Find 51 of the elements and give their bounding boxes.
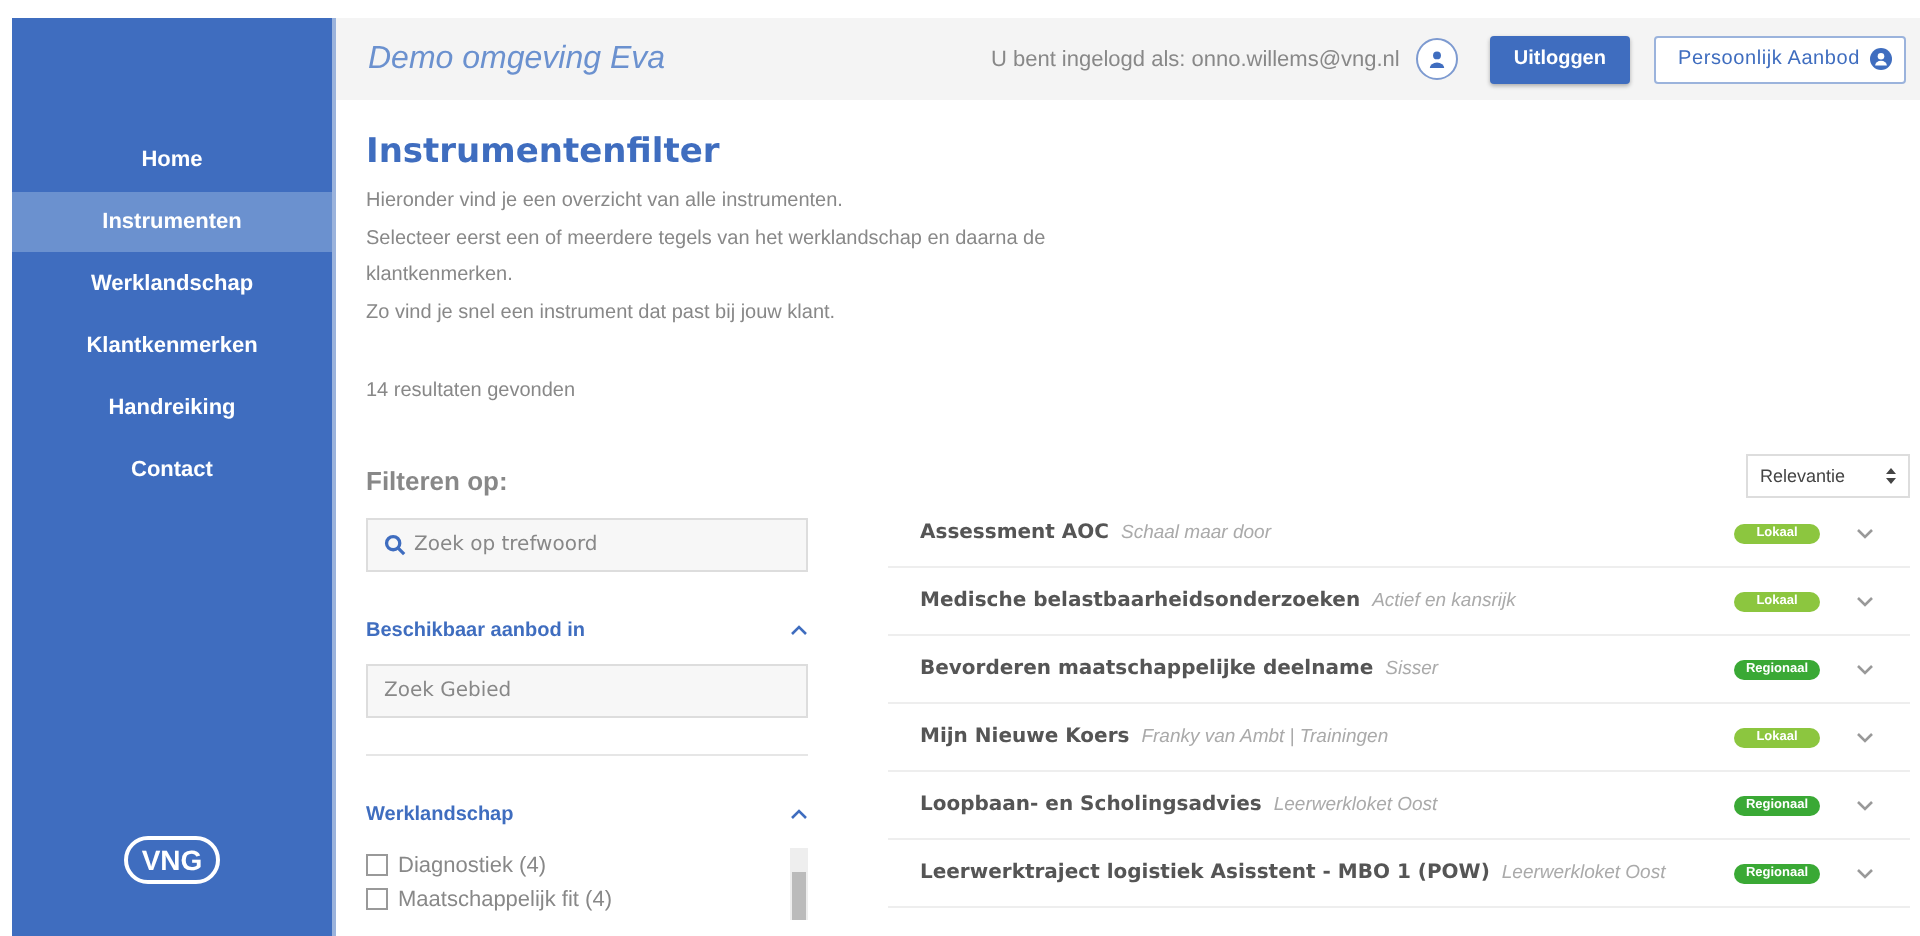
- user-icon: [1427, 50, 1446, 68]
- result-provider: Leerwerkloket Oost: [1501, 862, 1666, 884]
- filter-section-title: Werklandschap: [366, 803, 514, 825]
- result-title: Medische belastbaarheidsonderzoeken: [920, 590, 1361, 612]
- user-button[interactable]: [1415, 38, 1458, 80]
- nav-item[interactable]: Home: [12, 130, 332, 190]
- nav-item[interactable]: Klantkenmerken: [12, 316, 332, 376]
- result-provider: Schaal maar door: [1121, 522, 1271, 544]
- checkbox-label: Diagnostiek (4): [398, 853, 546, 877]
- checkbox-label: Maatschappelijk fit (4): [398, 887, 612, 911]
- intro-text: Zo vind je snel een instrument dat past bij jouw klant.: [366, 299, 838, 327]
- chevron-icon[interactable]: [790, 808, 808, 820]
- result-title: Mijn Nieuwe Koers: [920, 726, 1130, 748]
- result-title: Leerwerktraject logistiek Asisstent - MBO 1 (POW): [920, 862, 1490, 884]
- sort-select[interactable]: Relevantie: [1746, 454, 1910, 498]
- expand-icon[interactable]: [1856, 527, 1874, 539]
- result-title: Assessment AOC: [920, 522, 1109, 544]
- nav-item[interactable]: Werklandschap: [12, 254, 332, 314]
- sort-arrows-icon: [1886, 468, 1896, 484]
- login-text: U bent ingelogd als: onno.willems@vng.nl: [990, 47, 1400, 71]
- nav-item[interactable]: Instrumenten: [12, 192, 332, 252]
- site-title: Demo omgeving Eva: [368, 41, 666, 77]
- user-icon: [1870, 48, 1892, 70]
- nav-item[interactable]: Handreiking: [12, 378, 332, 438]
- area-search-field[interactable]: Zoek Gebied: [366, 664, 808, 718]
- intro-text: Selecteer eerst een of meerdere tegels van het werklandschap en daarna de klantkenmerken.: [366, 225, 1048, 290]
- result-title: Bevorderen maatschappelijke deelname: [920, 658, 1374, 680]
- nav-item[interactable]: Contact: [12, 440, 332, 500]
- expand-icon[interactable]: [1856, 663, 1874, 675]
- result-provider: Sisser: [1385, 658, 1439, 680]
- result-provider: Franky van Ambt | Trainingen: [1141, 726, 1389, 748]
- logout-button[interactable]: Uitloggen: [1489, 35, 1630, 83]
- expand-icon[interactable]: [1856, 799, 1874, 811]
- page-title: Instrumentenfilter: [366, 132, 722, 172]
- result-title: Loopbaan- en Scholingsadvies: [920, 794, 1262, 816]
- intro-text: Hieronder vind je een overzicht van alle instrumenten.: [366, 188, 845, 216]
- result-count: 14 resultaten gevonden: [366, 380, 578, 402]
- filter-section-title: Beschikbaar aanbod in: [366, 619, 585, 641]
- logo: VNG: [123, 836, 221, 884]
- result-provider: Leerwerkloket Oost: [1273, 794, 1438, 816]
- scrollbar[interactable]: [790, 848, 808, 920]
- personal-offer-button[interactable]: Persoonlijk Aanbod: [1653, 35, 1906, 83]
- expand-icon[interactable]: [1856, 595, 1874, 607]
- checkbox[interactable]: [366, 888, 388, 910]
- expand-icon[interactable]: [1856, 867, 1874, 879]
- filter-title: Filteren op:: [366, 466, 510, 500]
- expand-icon[interactable]: [1856, 731, 1874, 743]
- chevron-icon[interactable]: [790, 624, 808, 636]
- result-provider: Actief en kansrijk: [1372, 590, 1516, 612]
- search-field[interactable]: Zoek op trefwoord: [366, 518, 808, 572]
- checkbox[interactable]: [366, 854, 388, 876]
